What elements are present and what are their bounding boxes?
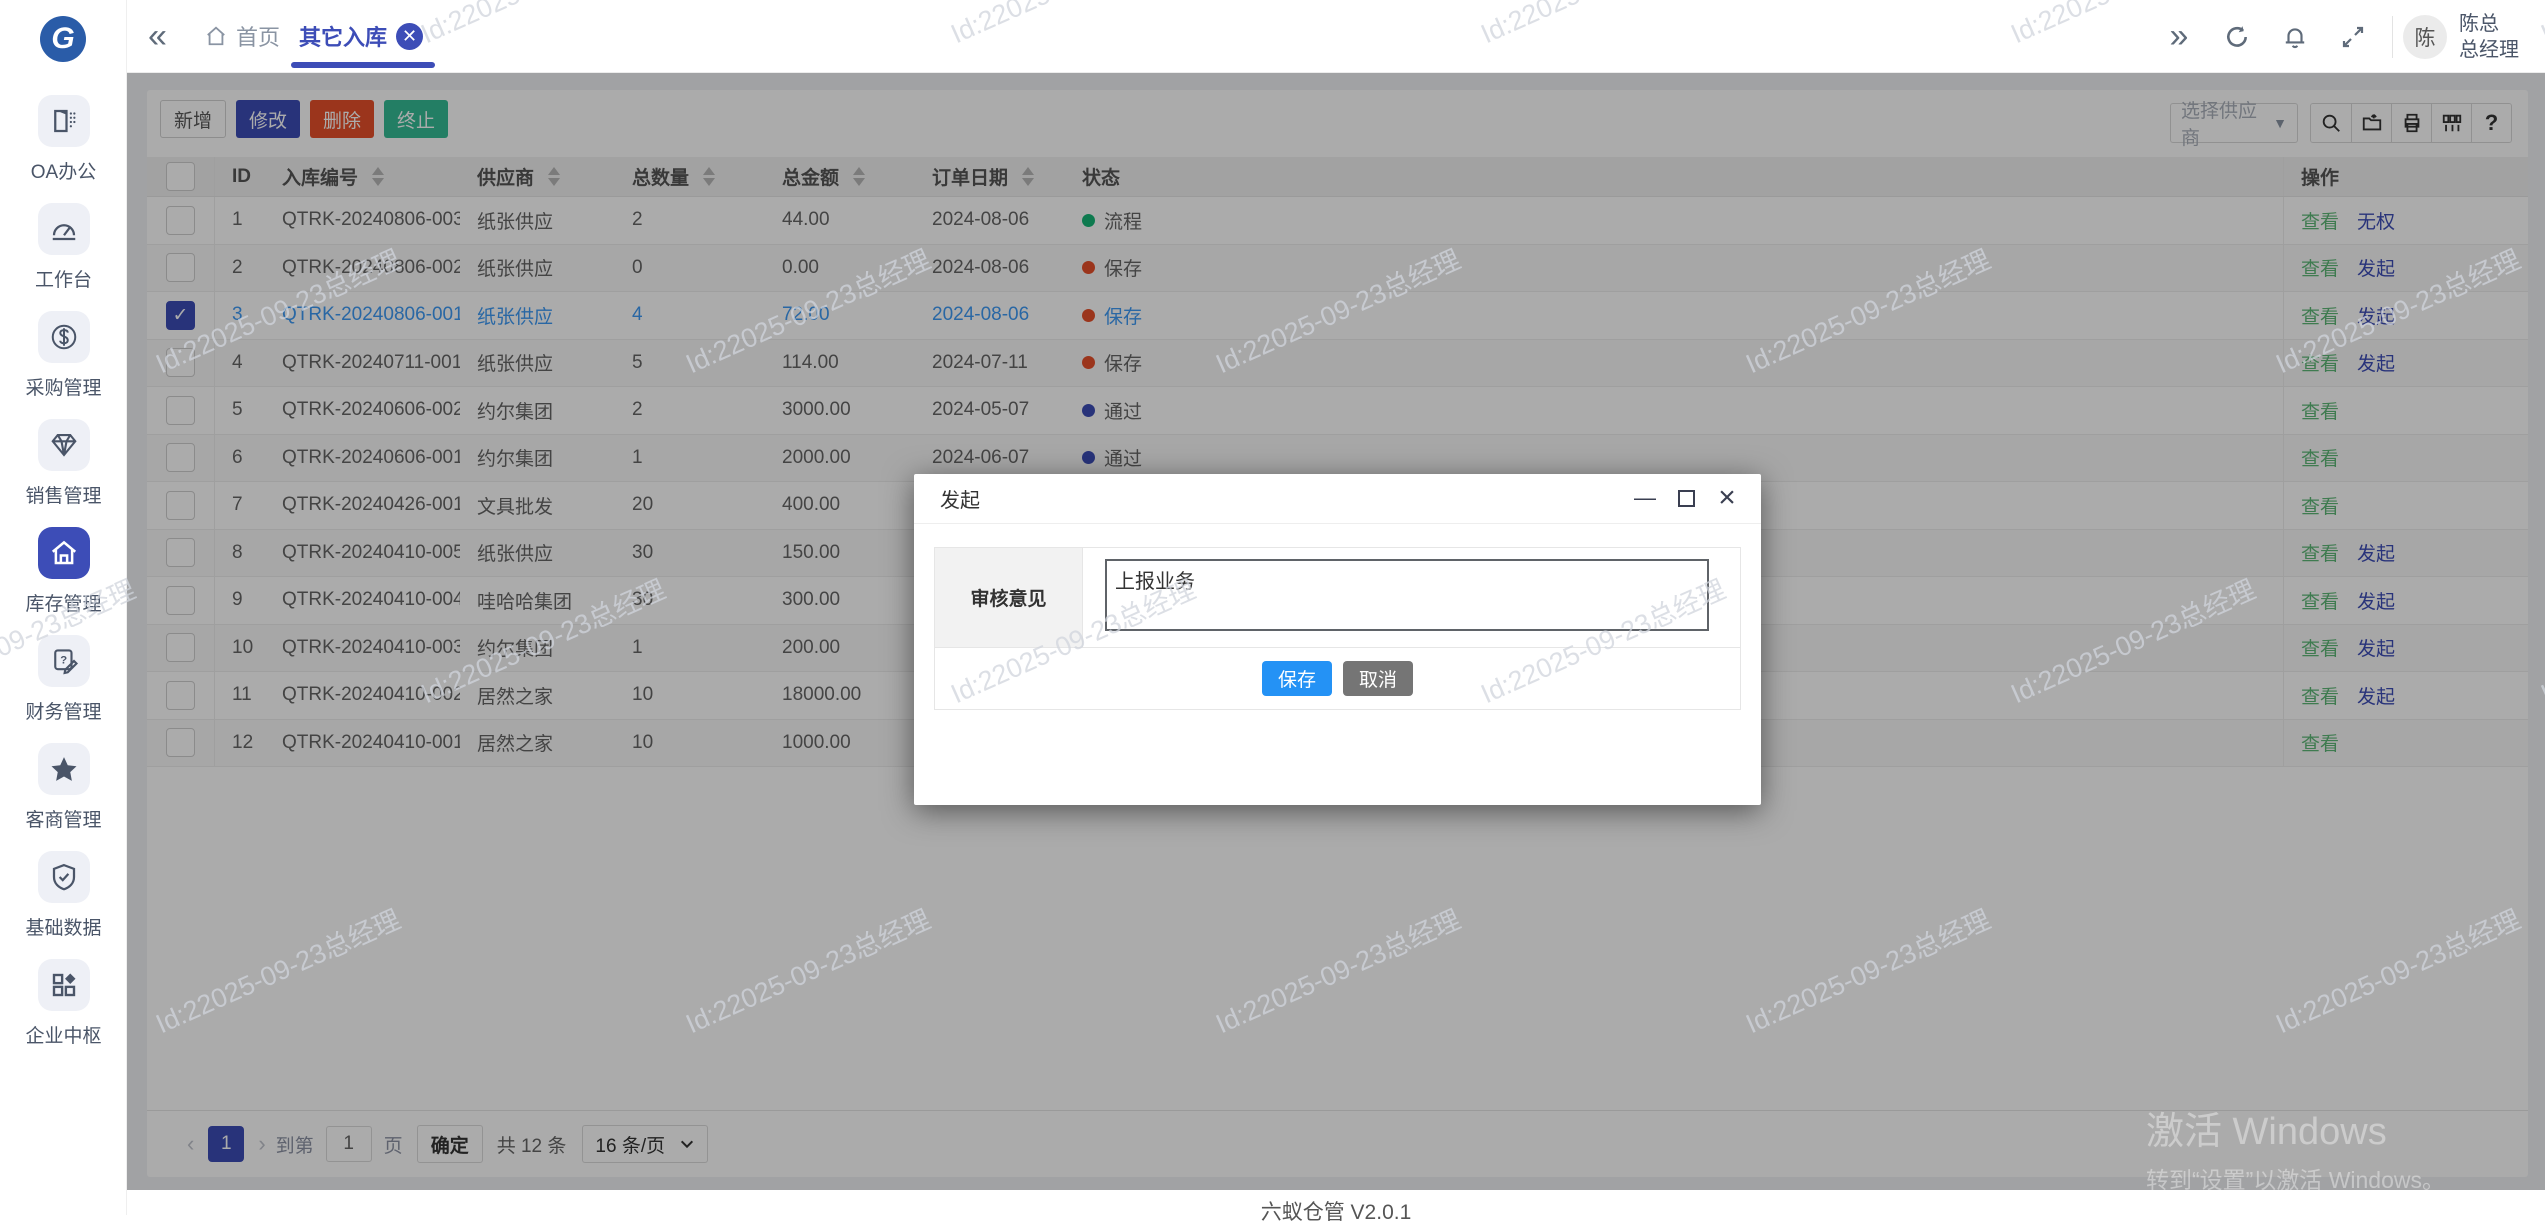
user-name-role[interactable]: 陈总 总经理 <box>2459 11 2519 63</box>
refresh-icon[interactable] <box>2208 24 2266 50</box>
fullscreen-icon[interactable] <box>2324 25 2382 49</box>
app-version-footer: 六蚁仓管 V2.0.1 <box>127 1196 2545 1226</box>
app-logo-icon[interactable]: G <box>40 16 86 62</box>
sidebar-item-label: 库存管理 <box>0 589 127 616</box>
tab-close-icon[interactable]: ✕ <box>396 23 423 50</box>
dashboard-icon <box>49 214 79 244</box>
sidebar-item-label: 基础数据 <box>0 913 127 940</box>
blocks-icon <box>49 970 79 1000</box>
close-icon[interactable]: × <box>1715 486 1739 510</box>
notification-bell-icon[interactable] <box>2266 24 2324 50</box>
sidebar-item-label: 财务管理 <box>0 697 127 724</box>
active-tab-underline <box>291 62 435 68</box>
user-role: 总经理 <box>2459 37 2519 63</box>
sidebar-item-label: 客商管理 <box>0 805 127 832</box>
sidebar-item-7[interactable]: 客商管理 <box>0 743 127 832</box>
tab-active-label: 其它入库 <box>299 20 387 52</box>
sidebar-item-label: 企业中枢 <box>0 1021 127 1048</box>
topbar-divider <box>2392 16 2393 58</box>
topbar: « 首页 其它入库 ✕ » 陈 陈总 总经理 <box>127 0 2545 73</box>
home-icon <box>205 25 227 47</box>
house-icon <box>49 538 79 568</box>
initiate-dialog: 发起 — × 审核意见 上报业务 保存 取消 <box>914 474 1761 805</box>
sidebar-collapse-icon[interactable]: « <box>148 16 167 56</box>
sidebar-item-4[interactable]: 销售管理 <box>0 419 127 508</box>
office-icon <box>49 106 79 136</box>
doc-edit-icon: ? <box>49 646 79 676</box>
opinion-field-label: 审核意见 <box>935 548 1083 647</box>
user-name: 陈总 <box>2459 11 2519 37</box>
dialog-title: 发起 <box>940 484 980 513</box>
dialog-form: 审核意见 上报业务 保存 取消 <box>934 547 1741 710</box>
svg-text:?: ? <box>60 655 67 667</box>
gem-icon <box>49 430 79 460</box>
sidebar-item-2[interactable]: 工作台 <box>0 203 127 292</box>
shield-check-icon <box>49 862 79 892</box>
sidebar-item-3[interactable]: 采购管理 <box>0 311 127 400</box>
opinion-textarea[interactable]: 上报业务 <box>1105 559 1709 631</box>
tab-other-inbound[interactable]: 其它入库 ✕ <box>299 0 423 72</box>
sidebar-item-6[interactable]: ? 财务管理 <box>0 635 127 724</box>
star-icon <box>49 754 79 784</box>
cancel-button[interactable]: 取消 <box>1343 661 1413 696</box>
sidebar-item-8[interactable]: 基础数据 <box>0 851 127 940</box>
minimize-icon[interactable]: — <box>1633 486 1657 510</box>
dollar-icon <box>49 322 79 352</box>
save-button[interactable]: 保存 <box>1262 661 1332 696</box>
maximize-icon[interactable] <box>1674 486 1698 510</box>
sidebar-item-label: 销售管理 <box>0 481 127 508</box>
sidebar-item-label: 采购管理 <box>0 373 127 400</box>
sidebar-item-9[interactable]: 企业中枢 <box>0 959 127 1048</box>
sidebar-item-5[interactable]: 库存管理 <box>0 527 127 616</box>
sidebar: G OA办公工作台采购管理销售管理库存管理? 财务管理客商管理基础数据企业中枢 <box>0 0 127 1215</box>
expand-tabs-icon[interactable]: » <box>2150 17 2208 56</box>
sidebar-item-1[interactable]: OA办公 <box>0 95 127 184</box>
tab-home[interactable]: 首页 <box>205 0 280 72</box>
avatar[interactable]: 陈 <box>2403 15 2447 59</box>
sidebar-item-label: OA办公 <box>0 157 127 184</box>
sidebar-item-label: 工作台 <box>0 265 127 292</box>
tab-home-label: 首页 <box>236 20 280 52</box>
dialog-titlebar[interactable]: 发起 — × <box>914 474 1761 524</box>
